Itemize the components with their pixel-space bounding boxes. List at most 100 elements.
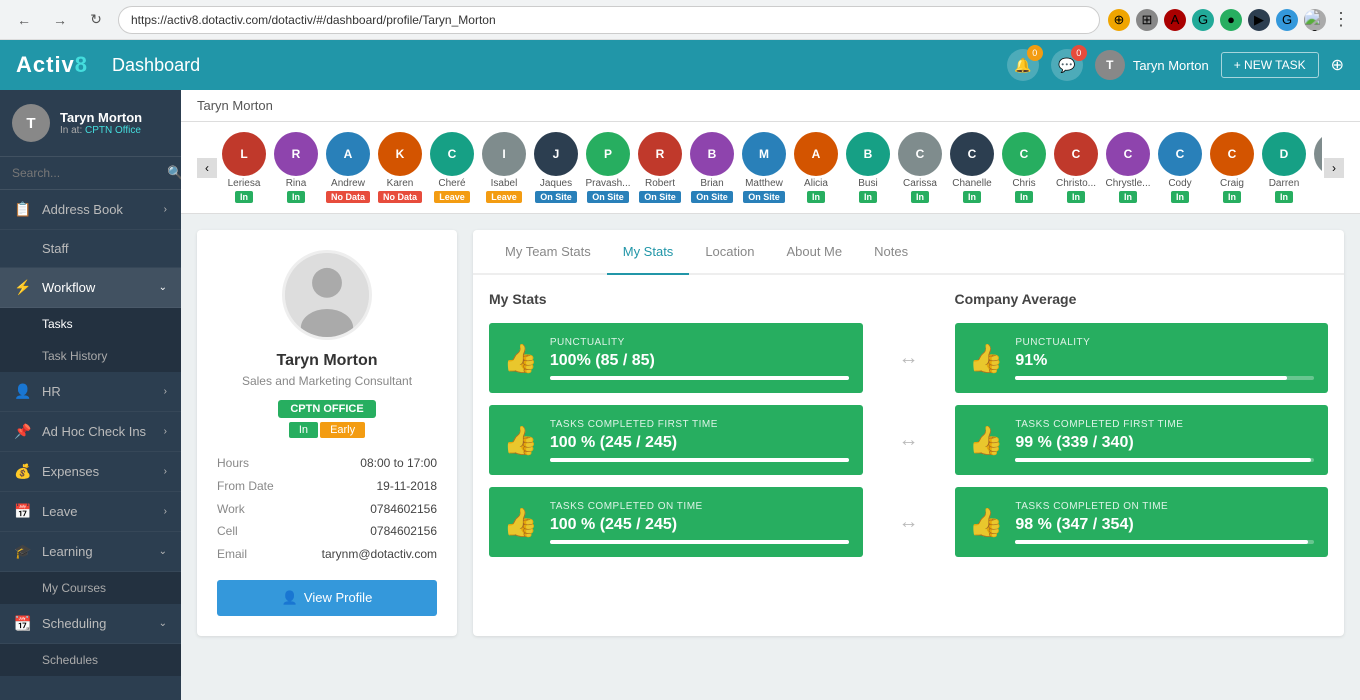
avatar-strip: ‹ LLeriesaInRRinaInAAndrewNo DataKKarenN… <box>181 122 1360 214</box>
avatar-item[interactable]: CCarissaIn <box>895 132 945 203</box>
scheduling-icon: 📆 <box>14 615 32 632</box>
address-bar[interactable]: https://activ8.dotactiv.com/dotactiv/#/d… <box>118 6 1100 34</box>
ext-icon-7[interactable]: G <box>1276 9 1298 31</box>
sidebar-item-scheduling[interactable]: 📆 Scheduling ⌄ <box>0 604 181 644</box>
share-button[interactable]: ⊕ <box>1331 55 1344 75</box>
tab-my-stats[interactable]: My Stats <box>607 230 690 275</box>
ext-icon-1[interactable]: ⊕ <box>1108 9 1130 31</box>
avatar-name: Craig <box>1220 178 1244 189</box>
refresh-button[interactable]: ↻ <box>82 6 110 34</box>
avatar-name: Andrew <box>331 178 365 189</box>
adhoc-chevron-icon: › <box>164 426 167 437</box>
stats-section-headers: My Stats Company Average <box>489 291 1328 307</box>
ext-icon-5[interactable]: ● <box>1220 9 1242 31</box>
avatar-item[interactable]: RRobertOn Site <box>635 132 685 203</box>
avatar-item[interactable]: CChanelleIn <box>947 132 997 203</box>
tab-notes[interactable]: Notes <box>858 230 924 275</box>
avatar-strip-prev-button[interactable]: ‹ <box>197 158 217 178</box>
sidebar-item-learning[interactable]: 🎓 Learning ⌄ <box>0 532 181 572</box>
address-book-icon: 📋 <box>14 201 32 218</box>
logo-number: 8 <box>75 52 88 77</box>
avatar-item[interactable]: DDeidreIn <box>1311 132 1322 203</box>
avatar-item[interactable]: CCheréLeave <box>427 132 477 203</box>
thumbs-up-icon: 👍 <box>503 424 538 457</box>
sidebar-item-workflow-left: ⚡ Workflow <box>14 279 95 296</box>
new-task-button[interactable]: + NEW TASK <box>1221 52 1319 78</box>
avatar-item[interactable]: BBusiIn <box>843 132 893 203</box>
avatar-item[interactable]: BBrianOn Site <box>687 132 737 203</box>
avatar-item[interactable]: AAndrewNo Data <box>323 132 373 203</box>
sidebar-search-input[interactable] <box>12 166 167 180</box>
stat-bar <box>1015 540 1314 544</box>
cell-label: Cell <box>217 520 238 543</box>
avatar-item[interactable]: LLeriesaIn <box>219 132 269 203</box>
sidebar-subitem-my-courses[interactable]: My Courses <box>0 572 181 604</box>
sidebar-item-scheduling-left: 📆 Scheduling <box>14 615 106 632</box>
sidebar-item-leave[interactable]: 📅 Leave › <box>0 492 181 532</box>
dashboard-body: Taryn Morton Sales and Marketing Consult… <box>181 214 1360 652</box>
avatar-item[interactable]: CChrystle...In <box>1103 132 1153 203</box>
tab-about-me[interactable]: About Me <box>770 230 858 275</box>
header-title: Dashboard <box>112 55 991 76</box>
sidebar-item-staff[interactable]: Staff <box>0 230 181 268</box>
time-in-badge: In <box>289 422 318 438</box>
avatar-item[interactable]: CChrisIn <box>999 132 1049 203</box>
ext-icon-2[interactable]: ⊞ <box>1136 9 1158 31</box>
ext-icon-6[interactable]: ▶ <box>1248 9 1270 31</box>
avatar-name: Christo... <box>1056 178 1096 189</box>
menu-icon[interactable]: ⋮ <box>1332 9 1350 30</box>
sidebar-item-address-book[interactable]: 📋 Address Book › <box>0 190 181 230</box>
sidebar-item-expenses[interactable]: 💰 Expenses › <box>0 452 181 492</box>
scheduling-chevron-icon: ⌄ <box>159 618 167 629</box>
messages-badge: 0 <box>1071 45 1087 61</box>
forward-button[interactable]: → <box>46 6 74 34</box>
avatar-name: Deidre <box>1321 178 1322 189</box>
sidebar-subitem-tasks[interactable]: Tasks <box>0 308 181 340</box>
user-icon[interactable] <box>1304 9 1326 31</box>
stat-info: TASKS COMPLETED FIRST TIME 100 % (245 / … <box>550 419 849 462</box>
stat-value: 100% (85 / 85) <box>550 352 849 370</box>
workflow-icon: ⚡ <box>14 279 32 296</box>
avatar-item[interactable]: CChristo...In <box>1051 132 1101 203</box>
email-link[interactable]: tarynm@dotactiv.com <box>322 543 437 566</box>
avatar-item[interactable]: MMatthewOn Site <box>739 132 789 203</box>
stat-bar <box>550 458 849 462</box>
avatar-strip-next-button[interactable]: › <box>1324 158 1344 178</box>
stats-tabs: My Team Stats My Stats Location About Me <box>473 230 1344 275</box>
avatar-item[interactable]: CCodyIn <box>1155 132 1205 203</box>
sidebar-submenu-learning: My Courses <box>0 572 181 604</box>
notifications-button[interactable]: 🔔 0 <box>1007 49 1039 81</box>
app-header: Activ8 Dashboard 🔔 0 💬 0 T Taryn Morton … <box>0 40 1360 90</box>
profile-picture <box>282 250 372 340</box>
ext-icon-4[interactable]: G <box>1192 9 1214 31</box>
company-stat-card-0: 👍 PUNCTUALITY 91% <box>955 323 1329 393</box>
hr-chevron-icon: › <box>164 386 167 397</box>
status-badge: On Site <box>587 191 629 203</box>
sidebar-subitem-task-history[interactable]: Task History <box>0 340 181 372</box>
ext-icon-3[interactable]: A <box>1164 9 1186 31</box>
avatar-item[interactable]: RRinaIn <box>271 132 321 203</box>
avatar-item[interactable]: KKarenNo Data <box>375 132 425 203</box>
avatar-item[interactable]: IIsabelLeave <box>479 132 529 203</box>
sidebar-item-adhoc[interactable]: 📌 Ad Hoc Check Ins › <box>0 412 181 452</box>
view-profile-button[interactable]: 👤 View Profile <box>217 580 437 616</box>
stat-bar <box>550 376 849 380</box>
messages-button[interactable]: 💬 0 <box>1051 49 1083 81</box>
avatar-item[interactable]: PPravash...On Site <box>583 132 633 203</box>
avatar-item[interactable]: JJaquesOn Site <box>531 132 581 203</box>
avatar-item[interactable]: AAliciaIn <box>791 132 841 203</box>
sidebar-item-workflow[interactable]: ⚡ Workflow ⌄ <box>0 268 181 308</box>
profile-hours-row: Hours 08:00 to 17:00 <box>217 452 437 475</box>
content-area: Taryn Morton ‹ LLeriesaInRRinaInAAndrewN… <box>181 90 1360 700</box>
avatar-item[interactable]: DDarrenIn <box>1259 132 1309 203</box>
avatar-name: Carissa <box>903 178 937 189</box>
sidebar-expenses-label: Expenses <box>42 464 99 479</box>
tab-my-team-stats[interactable]: My Team Stats <box>489 230 607 275</box>
avatar-item[interactable]: CCraigIn <box>1207 132 1257 203</box>
tab-location[interactable]: Location <box>689 230 770 275</box>
sidebar-subitem-schedules[interactable]: Schedules <box>0 644 181 676</box>
back-button[interactable]: ← <box>10 6 38 34</box>
hours-value: 08:00 to 17:00 <box>360 452 437 475</box>
sidebar-item-hr[interactable]: 👤 HR › <box>0 372 181 412</box>
cell-value: 0784602156 <box>370 520 437 543</box>
